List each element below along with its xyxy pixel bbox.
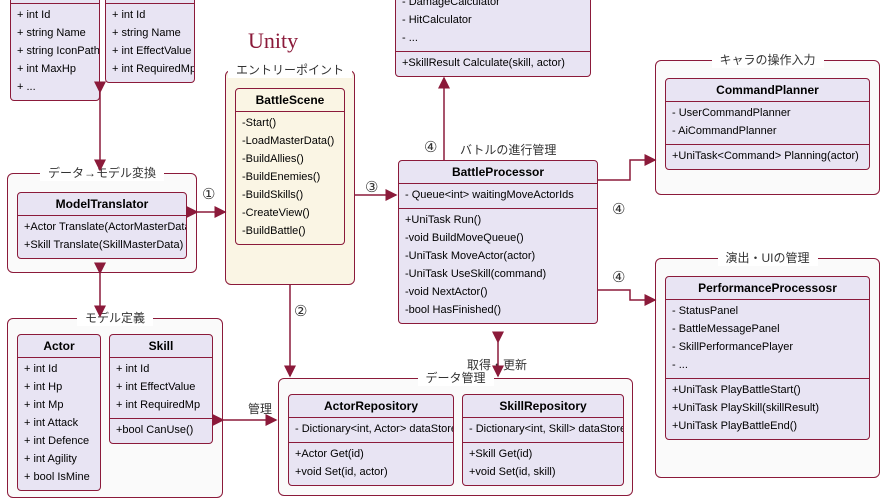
method: +void Set(id, actor): [295, 464, 447, 482]
class-title: ModelTranslator: [18, 193, 186, 216]
class-title: SkillRepository: [463, 395, 623, 418]
method: -UniTask MoveActor(actor): [405, 248, 591, 266]
field: + ...: [17, 79, 93, 97]
step-1: ①: [202, 185, 215, 203]
field: - Queue<int> waitingMoveActorIds: [405, 187, 591, 205]
field: + int Id: [17, 7, 93, 25]
field: - DamageCalculator: [402, 0, 584, 12]
method: -BuildAllies(): [242, 151, 338, 169]
method: +void Set(id, skill): [469, 464, 617, 482]
unity-label: Unity: [248, 28, 298, 54]
method: +UniTask<Command> Planning(actor): [672, 148, 863, 166]
field: + int RequiredMp: [112, 61, 188, 79]
field: - ...: [672, 357, 863, 375]
method: -UniTask UseSkill(command): [405, 266, 591, 284]
field: - HitCalculator: [402, 12, 584, 30]
group-title: モデル定義: [77, 309, 153, 326]
field: - BattleMessagePanel: [672, 321, 863, 339]
group-title: キャラの操作入力: [711, 51, 823, 68]
step-2: ②: [294, 302, 307, 320]
skill-class: Skill + int Id + int EffectValue + int R…: [109, 334, 213, 444]
method: +UniTask PlayBattleStart(): [672, 382, 863, 400]
model-translator-class: ModelTranslator +Actor Translate(ActorMa…: [17, 192, 187, 259]
field: + string IconPath: [17, 43, 93, 61]
battle-processor-class: BattleProcessor - Queue<int> waitingMove…: [398, 160, 598, 324]
group-title: データ→モデル変換: [40, 164, 164, 181]
method: -BuildSkills(): [242, 187, 338, 205]
method: -LoadMasterData(): [242, 133, 338, 151]
method: -void BuildMoveQueue(): [405, 230, 591, 248]
method: -CreateView(): [242, 205, 338, 223]
field: + string Name: [17, 25, 93, 43]
field: - SkillPerformancePlayer: [672, 339, 863, 357]
field: + int Agility: [24, 451, 94, 469]
field: - StatusPanel: [672, 303, 863, 321]
method: -bool HasFinished(): [405, 302, 591, 320]
method: -Start(): [242, 115, 338, 133]
field: + int EffectValue: [112, 43, 188, 61]
field: - Dictionary<int, Actor> dataStore: [295, 421, 447, 439]
class-title: Actor: [18, 335, 100, 358]
method: +SkillResult Calculate(skill, actor): [402, 55, 584, 73]
skill-repository-class: SkillRepository - Dictionary<int, Skill>…: [462, 394, 624, 486]
method: -void NextActor(): [405, 284, 591, 302]
method: +UniTask Run(): [405, 212, 591, 230]
fetch-caption: 取得・更新: [467, 356, 527, 373]
field: + int EffectValue: [116, 379, 206, 397]
field: + int RequiredMp: [116, 397, 206, 415]
class-title: ActorRepository: [289, 395, 453, 418]
field: + int Id: [24, 361, 94, 379]
method: +Actor Get(id): [295, 446, 447, 464]
field: + int MaxHp: [17, 61, 93, 79]
method: +bool CanUse(): [116, 422, 206, 440]
field: + int Defence: [24, 433, 94, 451]
field: - ...: [402, 30, 584, 48]
step-4-right2: ④: [612, 268, 625, 286]
manage-caption: 管理: [248, 400, 272, 417]
field: + string Name: [112, 25, 188, 43]
field: + int Mp: [24, 397, 94, 415]
command-planner-class: CommandPlanner - UserCommandPlanner - Ai…: [665, 78, 870, 170]
group-title: エントリーポイント: [228, 61, 352, 78]
method: +UniTask PlayBattleEnd(): [672, 418, 863, 436]
method: +Skill Translate(SkillMasterData): [24, 237, 180, 255]
method: -BuildEnemies(): [242, 169, 338, 187]
field: - AiCommandPlanner: [672, 123, 863, 141]
method: +Skill Get(id): [469, 446, 617, 464]
battle-scene-class: BattleScene -Start() -LoadMasterData() -…: [235, 88, 345, 245]
group-title: 演出・UIの管理: [717, 249, 817, 266]
step-4-right1: ④: [612, 200, 625, 218]
field: + int Id: [112, 7, 188, 25]
field: + bool IsMine: [24, 469, 94, 487]
battle-progress-caption: バトルの進行管理: [460, 141, 556, 158]
skill-master-data-class: SkillMasterData + int Id + string Name +…: [105, 0, 195, 83]
field: - Dictionary<int, Skill> dataStore: [469, 421, 617, 439]
actor-repository-class: ActorRepository - Dictionary<int, Actor>…: [288, 394, 454, 486]
field: + int Id: [116, 361, 206, 379]
method: +UniTask PlaySkill(skillResult): [672, 400, 863, 418]
field: + int Attack: [24, 415, 94, 433]
method: +Actor Translate(ActorMasterData): [24, 219, 180, 237]
step-4-top: ④: [424, 138, 437, 156]
actor-class: Actor + int Id + int Hp + int Mp + int A…: [17, 334, 101, 491]
class-title: Skill: [110, 335, 212, 358]
class-title: CommandPlanner: [666, 79, 869, 102]
step-3: ③: [365, 178, 378, 196]
calculator-class: - DamageCalculator - HitCalculator - ...…: [395, 0, 591, 77]
method: -BuildBattle(): [242, 223, 338, 241]
class-title: PerformanceProcessosr: [666, 277, 869, 300]
field: + int Hp: [24, 379, 94, 397]
performance-processor-class: PerformanceProcessosr - StatusPanel - Ba…: [665, 276, 870, 440]
field: - UserCommandPlanner: [672, 105, 863, 123]
actor-master-data-class: ActorMasterData + int Id + string Name +…: [10, 0, 100, 101]
class-title: BattleProcessor: [399, 161, 597, 184]
class-title: BattleScene: [236, 89, 344, 112]
